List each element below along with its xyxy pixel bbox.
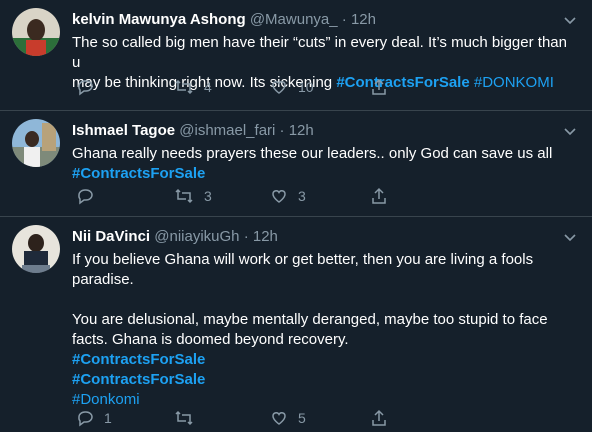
tweet-text-line: If you believe Ghana will work or get be…	[72, 251, 534, 268]
display-name[interactable]: Ishmael Tagoe	[72, 122, 175, 139]
retweet-count: 4	[204, 79, 212, 95]
share-button[interactable]	[370, 187, 388, 205]
tweet-text-line: You are delusional, maybe mentally deran…	[72, 311, 548, 328]
caret-down-icon[interactable]	[562, 12, 578, 28]
tweet-text: Ghana really needs prayers these our lea…	[72, 144, 572, 184]
separator-dot: ·	[243, 228, 249, 245]
tweet-actions: 4 10	[72, 78, 392, 98]
caret-down-icon[interactable]	[562, 123, 578, 139]
like-button[interactable]: 3	[270, 187, 306, 205]
retweet-icon	[175, 79, 193, 95]
hashtag-link[interactable]: #ContractsForSale	[72, 165, 205, 182]
retweet-icon	[175, 188, 193, 204]
share-button[interactable]	[370, 78, 388, 96]
retweet-count: 3	[204, 188, 212, 204]
timestamp[interactable]: 12h	[253, 228, 278, 245]
retweet-icon	[175, 410, 193, 426]
reply-button[interactable]: 1	[76, 409, 112, 427]
display-name[interactable]: kelvin Mawunya Ashong	[72, 11, 246, 28]
tweet-card[interactable]: Nii DaVinci @niiayikuGh · 12h If you bel…	[0, 217, 592, 432]
like-icon	[272, 81, 286, 94]
user-handle[interactable]: @ishmael_fari	[179, 122, 275, 139]
tweet-text-line: facts. Ghana is doomed beyond recovery.	[72, 331, 349, 348]
tweet-header: kelvin Mawunya Ashong @Mawunya_ · 12h	[72, 10, 572, 30]
hashtag-link[interactable]: #DONKOMI	[474, 74, 554, 91]
timestamp[interactable]: 12h	[351, 11, 376, 28]
tweet-actions: 1 5	[72, 409, 392, 429]
like-icon	[272, 412, 286, 425]
tweet-text-line: paradise.	[72, 271, 134, 288]
tweet-text-line: Ghana really needs prayers these our lea…	[72, 145, 553, 162]
separator-dot: ·	[341, 11, 347, 28]
like-count: 5	[298, 410, 306, 426]
retweet-button[interactable]	[174, 409, 204, 427]
reply-icon	[78, 411, 93, 427]
share-button[interactable]	[370, 409, 388, 427]
retweet-button[interactable]: 4	[174, 78, 212, 96]
tweet-actions: 3 3	[72, 187, 392, 207]
tweet-card[interactable]: Ishmael Tagoe @ishmael_fari · 12h Ghana …	[0, 111, 592, 217]
like-button[interactable]: 10	[270, 78, 314, 96]
avatar[interactable]	[12, 119, 60, 167]
user-handle[interactable]: @Mawunya_	[250, 11, 338, 28]
hashtag-link[interactable]: #ContractsForSale	[72, 351, 205, 368]
share-icon	[372, 409, 386, 426]
like-icon	[272, 190, 286, 203]
reply-icon	[78, 189, 93, 205]
reply-icon	[78, 80, 93, 96]
avatar[interactable]	[12, 225, 60, 273]
tweet-header: Nii DaVinci @niiayikuGh · 12h	[72, 227, 572, 247]
tweet-text-line: The so called big men have their “cuts” …	[72, 34, 567, 71]
retweet-button[interactable]: 3	[174, 187, 212, 205]
share-icon	[372, 78, 386, 95]
tweet-header: Ishmael Tagoe @ishmael_fari · 12h	[72, 121, 572, 141]
display-name[interactable]: Nii DaVinci	[72, 228, 150, 245]
separator-dot: ·	[279, 122, 285, 139]
reply-button[interactable]	[76, 187, 104, 205]
caret-down-icon[interactable]	[562, 229, 578, 245]
avatar[interactable]	[12, 8, 60, 56]
timestamp[interactable]: 12h	[289, 122, 314, 139]
share-icon	[372, 187, 386, 204]
user-handle[interactable]: @niiayikuGh	[154, 228, 239, 245]
hashtag-link[interactable]: #ContractsForSale	[72, 371, 205, 388]
like-button[interactable]: 5	[270, 409, 306, 427]
reply-button[interactable]	[76, 78, 104, 96]
reply-count: 1	[104, 410, 112, 426]
tweet-text: If you believe Ghana will work or get be…	[72, 250, 572, 410]
like-count: 3	[298, 188, 306, 204]
tweet-card[interactable]: kelvin Mawunya Ashong @Mawunya_ · 12h Th…	[0, 0, 592, 111]
like-count: 10	[298, 79, 314, 95]
hashtag-link[interactable]: #Donkomi	[72, 391, 140, 408]
